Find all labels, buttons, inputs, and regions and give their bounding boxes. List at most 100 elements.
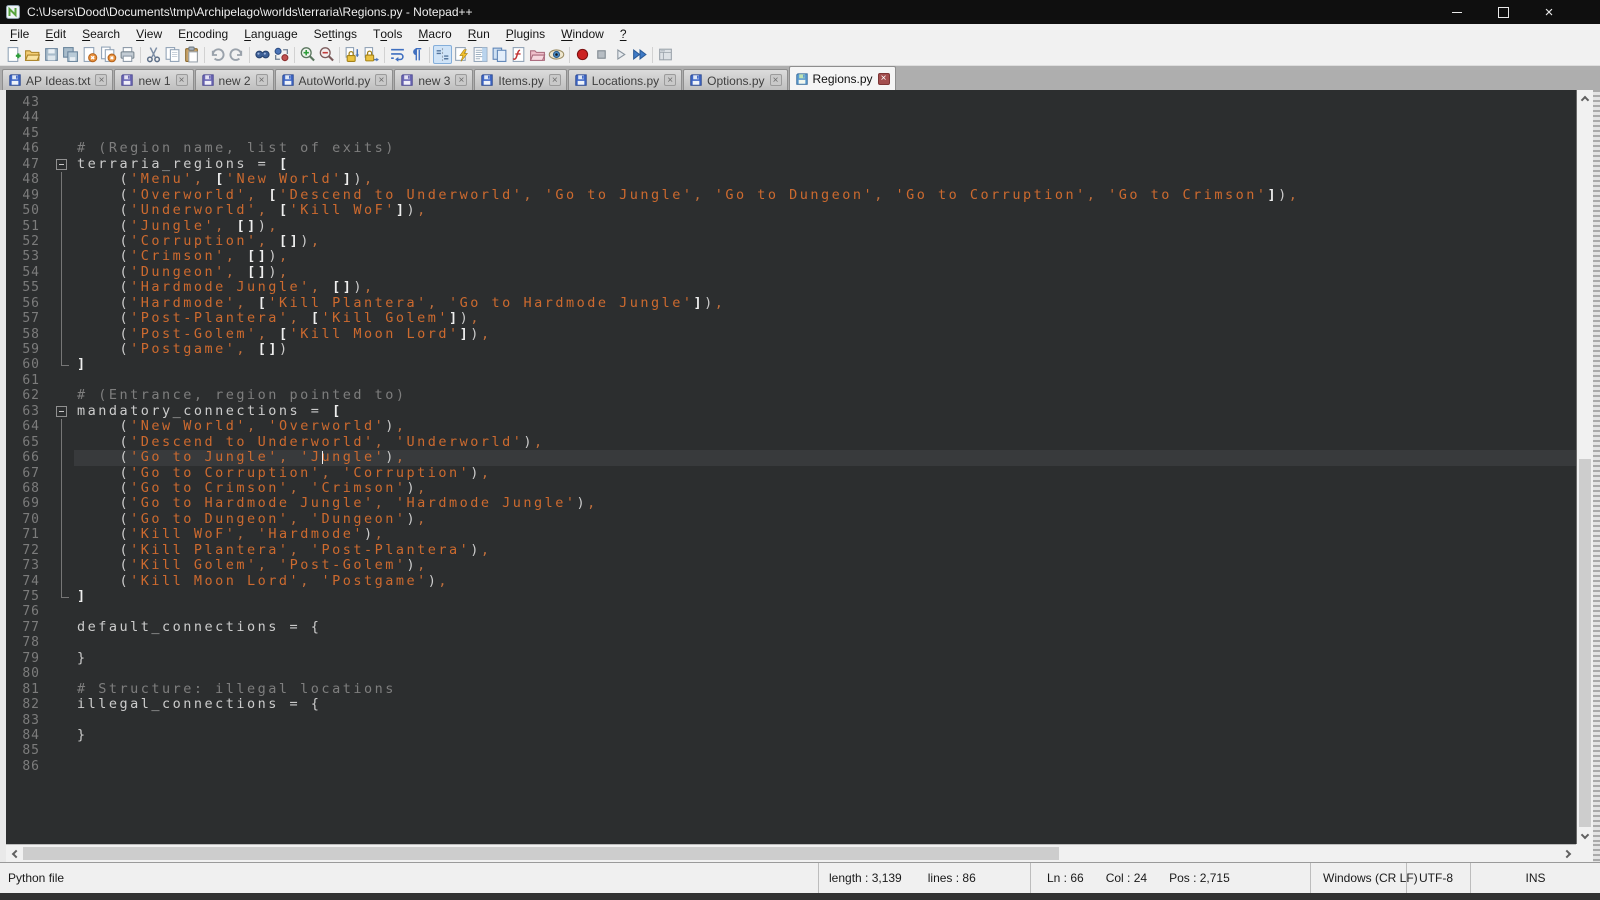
code-line-85[interactable]: 85 [6, 743, 1576, 758]
vertical-scrollbar[interactable] [1576, 90, 1593, 844]
monitoring-icon[interactable] [547, 45, 566, 64]
code-text[interactable] [74, 604, 1576, 619]
code-line-79[interactable]: 79} [6, 651, 1576, 666]
scroll-down-icon[interactable] [1577, 827, 1593, 844]
code-line-69[interactable]: 69 ('Go to Hardmode Jungle', 'Hardmode J… [6, 496, 1576, 511]
tab-ap-ideas.txt[interactable]: AP Ideas.txt× [2, 69, 113, 90]
close-all-icon[interactable] [99, 45, 118, 64]
code-line-64[interactable]: 64 ('New World', 'Overworld'), [6, 419, 1576, 434]
code-line-56[interactable]: 56 ('Hardmode', ['Kill Plantera', 'Go to… [6, 296, 1576, 311]
undo-icon[interactable] [208, 45, 227, 64]
code-text[interactable]: ('Crimson', []), [74, 249, 1576, 264]
code-line-49[interactable]: 49 ('Overworld', ['Descend to Underworld… [6, 188, 1576, 203]
save-all-icon[interactable] [61, 45, 80, 64]
code-text[interactable]: mandatory_connections = [ [74, 404, 1576, 419]
code-line-55[interactable]: 55 ('Hardmode Jungle', []), [6, 280, 1576, 295]
tab-autoworld.py[interactable]: AutoWorld.py× [275, 69, 394, 90]
horizontal-scrollbar-thumb[interactable] [23, 847, 1059, 860]
sync-horizontal-scroll-icon[interactable] [362, 45, 381, 64]
code-line-63[interactable]: 63mandatory_connections = [ [6, 404, 1576, 419]
code-text[interactable] [74, 759, 1576, 774]
code-text[interactable]: ('Post-Plantera', ['Kill Golem']), [74, 311, 1576, 326]
tab-close-icon[interactable]: × [375, 74, 387, 86]
menu-item-help[interactable]: ? [612, 24, 635, 44]
code-text[interactable]: ('Dungeon', []), [74, 265, 1576, 280]
tab-new-3[interactable]: new 3× [394, 69, 473, 90]
code-line-67[interactable]: 67 ('Go to Corruption', 'Corruption'), [6, 466, 1576, 481]
code-text[interactable]: ('Kill Moon Lord', 'Postgame'), [74, 574, 1576, 589]
code-text[interactable]: ] [74, 589, 1576, 604]
code-editor[interactable]: 43444546# (Region name, list of exits)47… [6, 90, 1576, 844]
code-line-47[interactable]: 47terraria_regions = [ [6, 157, 1576, 172]
menu-item-language[interactable]: Language [236, 24, 305, 44]
code-line-82[interactable]: 82illegal_connections = { [6, 697, 1576, 712]
code-line-65[interactable]: 65 ('Descend to Underworld', 'Underworld… [6, 435, 1576, 450]
code-text[interactable]: ('Menu', ['New World']), [74, 172, 1576, 187]
menu-item-encoding[interactable]: Encoding [170, 24, 236, 44]
code-line-78[interactable]: 78 [6, 635, 1576, 650]
tab-close-icon[interactable]: × [256, 74, 268, 86]
code-line-58[interactable]: 58 ('Post-Golem', ['Kill Moon Lord']), [6, 327, 1576, 342]
cut-icon[interactable] [144, 45, 163, 64]
replace-icon[interactable] [272, 45, 291, 64]
tab-close-icon[interactable]: × [95, 74, 107, 86]
code-line-68[interactable]: 68 ('Go to Crimson', 'Crimson'), [6, 481, 1576, 496]
code-line-74[interactable]: 74 ('Kill Moon Lord', 'Postgame'), [6, 574, 1576, 589]
macro-save-icon[interactable] [656, 45, 675, 64]
code-text[interactable] [74, 373, 1576, 388]
code-text[interactable]: ('Kill Plantera', 'Post-Plantera'), [74, 543, 1576, 558]
code-text[interactable]: ('Hardmode Jungle', []), [74, 280, 1576, 295]
code-line-59[interactable]: 59 ('Postgame', []) [6, 342, 1576, 357]
minimize-icon[interactable] [1434, 0, 1480, 24]
code-line-62[interactable]: 62# (Entrance, region pointed to) [6, 388, 1576, 403]
code-line-84[interactable]: 84} [6, 728, 1576, 743]
document-map-icon[interactable] [471, 45, 490, 64]
indent-guide-icon[interactable] [433, 45, 452, 64]
tab-new-1[interactable]: new 1× [114, 69, 193, 90]
code-text[interactable]: illegal_connections = { [74, 697, 1576, 712]
code-text[interactable]: ('Go to Hardmode Jungle', 'Hardmode Jung… [74, 496, 1576, 511]
menu-item-plugins[interactable]: Plugins [498, 24, 553, 44]
tab-close-icon[interactable]: × [549, 74, 561, 86]
code-line-77[interactable]: 77default_connections = { [6, 620, 1576, 635]
tab-new-2[interactable]: new 2× [195, 69, 274, 90]
code-text[interactable]: # Structure: illegal locations [74, 682, 1576, 697]
code-line-86[interactable]: 86 [6, 759, 1576, 774]
code-text[interactable] [74, 743, 1576, 758]
code-line-52[interactable]: 52 ('Corruption', []), [6, 234, 1576, 249]
tab-options.py[interactable]: Options.py× [683, 69, 787, 90]
code-line-60[interactable]: 60] [6, 357, 1576, 372]
code-line-75[interactable]: 75] [6, 589, 1576, 604]
code-line-50[interactable]: 50 ('Underworld', ['Kill WoF']), [6, 203, 1576, 218]
code-line-72[interactable]: 72 ('Kill Plantera', 'Post-Plantera'), [6, 543, 1576, 558]
code-line-46[interactable]: 46# (Region name, list of exits) [6, 141, 1576, 156]
close-icon[interactable]: × [1526, 0, 1572, 24]
code-text[interactable] [74, 666, 1576, 681]
code-text[interactable]: # (Region name, list of exits) [74, 141, 1576, 156]
menu-item-edit[interactable]: Edit [37, 24, 74, 44]
menu-item-run[interactable]: Run [460, 24, 498, 44]
code-text[interactable]: ('New World', 'Overworld'), [74, 419, 1576, 434]
script-icon[interactable] [509, 45, 528, 64]
code-text[interactable]: ('Go to Crimson', 'Crimson'), [74, 481, 1576, 496]
tab-close-icon[interactable]: × [176, 74, 188, 86]
code-line-81[interactable]: 81# Structure: illegal locations [6, 682, 1576, 697]
show-all-chars-icon[interactable] [407, 45, 426, 64]
code-text[interactable] [74, 713, 1576, 728]
vertical-scrollbar-thumb[interactable] [1579, 459, 1591, 827]
code-text[interactable]: ('Go to Corruption', 'Corruption'), [74, 466, 1576, 481]
macro-stop-icon[interactable] [592, 45, 611, 64]
tab-regions.py[interactable]: Regions.py× [789, 66, 896, 90]
zoom-out-icon[interactable] [317, 45, 336, 64]
menu-item-macro[interactable]: Macro [410, 24, 459, 44]
code-text[interactable]: ('Hardmode', ['Kill Plantera', 'Go to Ha… [74, 296, 1576, 311]
copy-icon[interactable] [163, 45, 182, 64]
tab-locations.py[interactable]: Locations.py× [568, 69, 682, 90]
code-line-83[interactable]: 83 [6, 713, 1576, 728]
zoom-in-icon[interactable] [298, 45, 317, 64]
fold-collapse-icon[interactable] [56, 159, 67, 170]
menu-item-settings[interactable]: Settings [306, 24, 365, 44]
code-line-51[interactable]: 51 ('Jungle', []), [6, 219, 1576, 234]
code-line-66[interactable]: 66 ('Go to Jungle', 'Jungle'), [6, 450, 1576, 465]
new-file-icon[interactable] [4, 45, 23, 64]
